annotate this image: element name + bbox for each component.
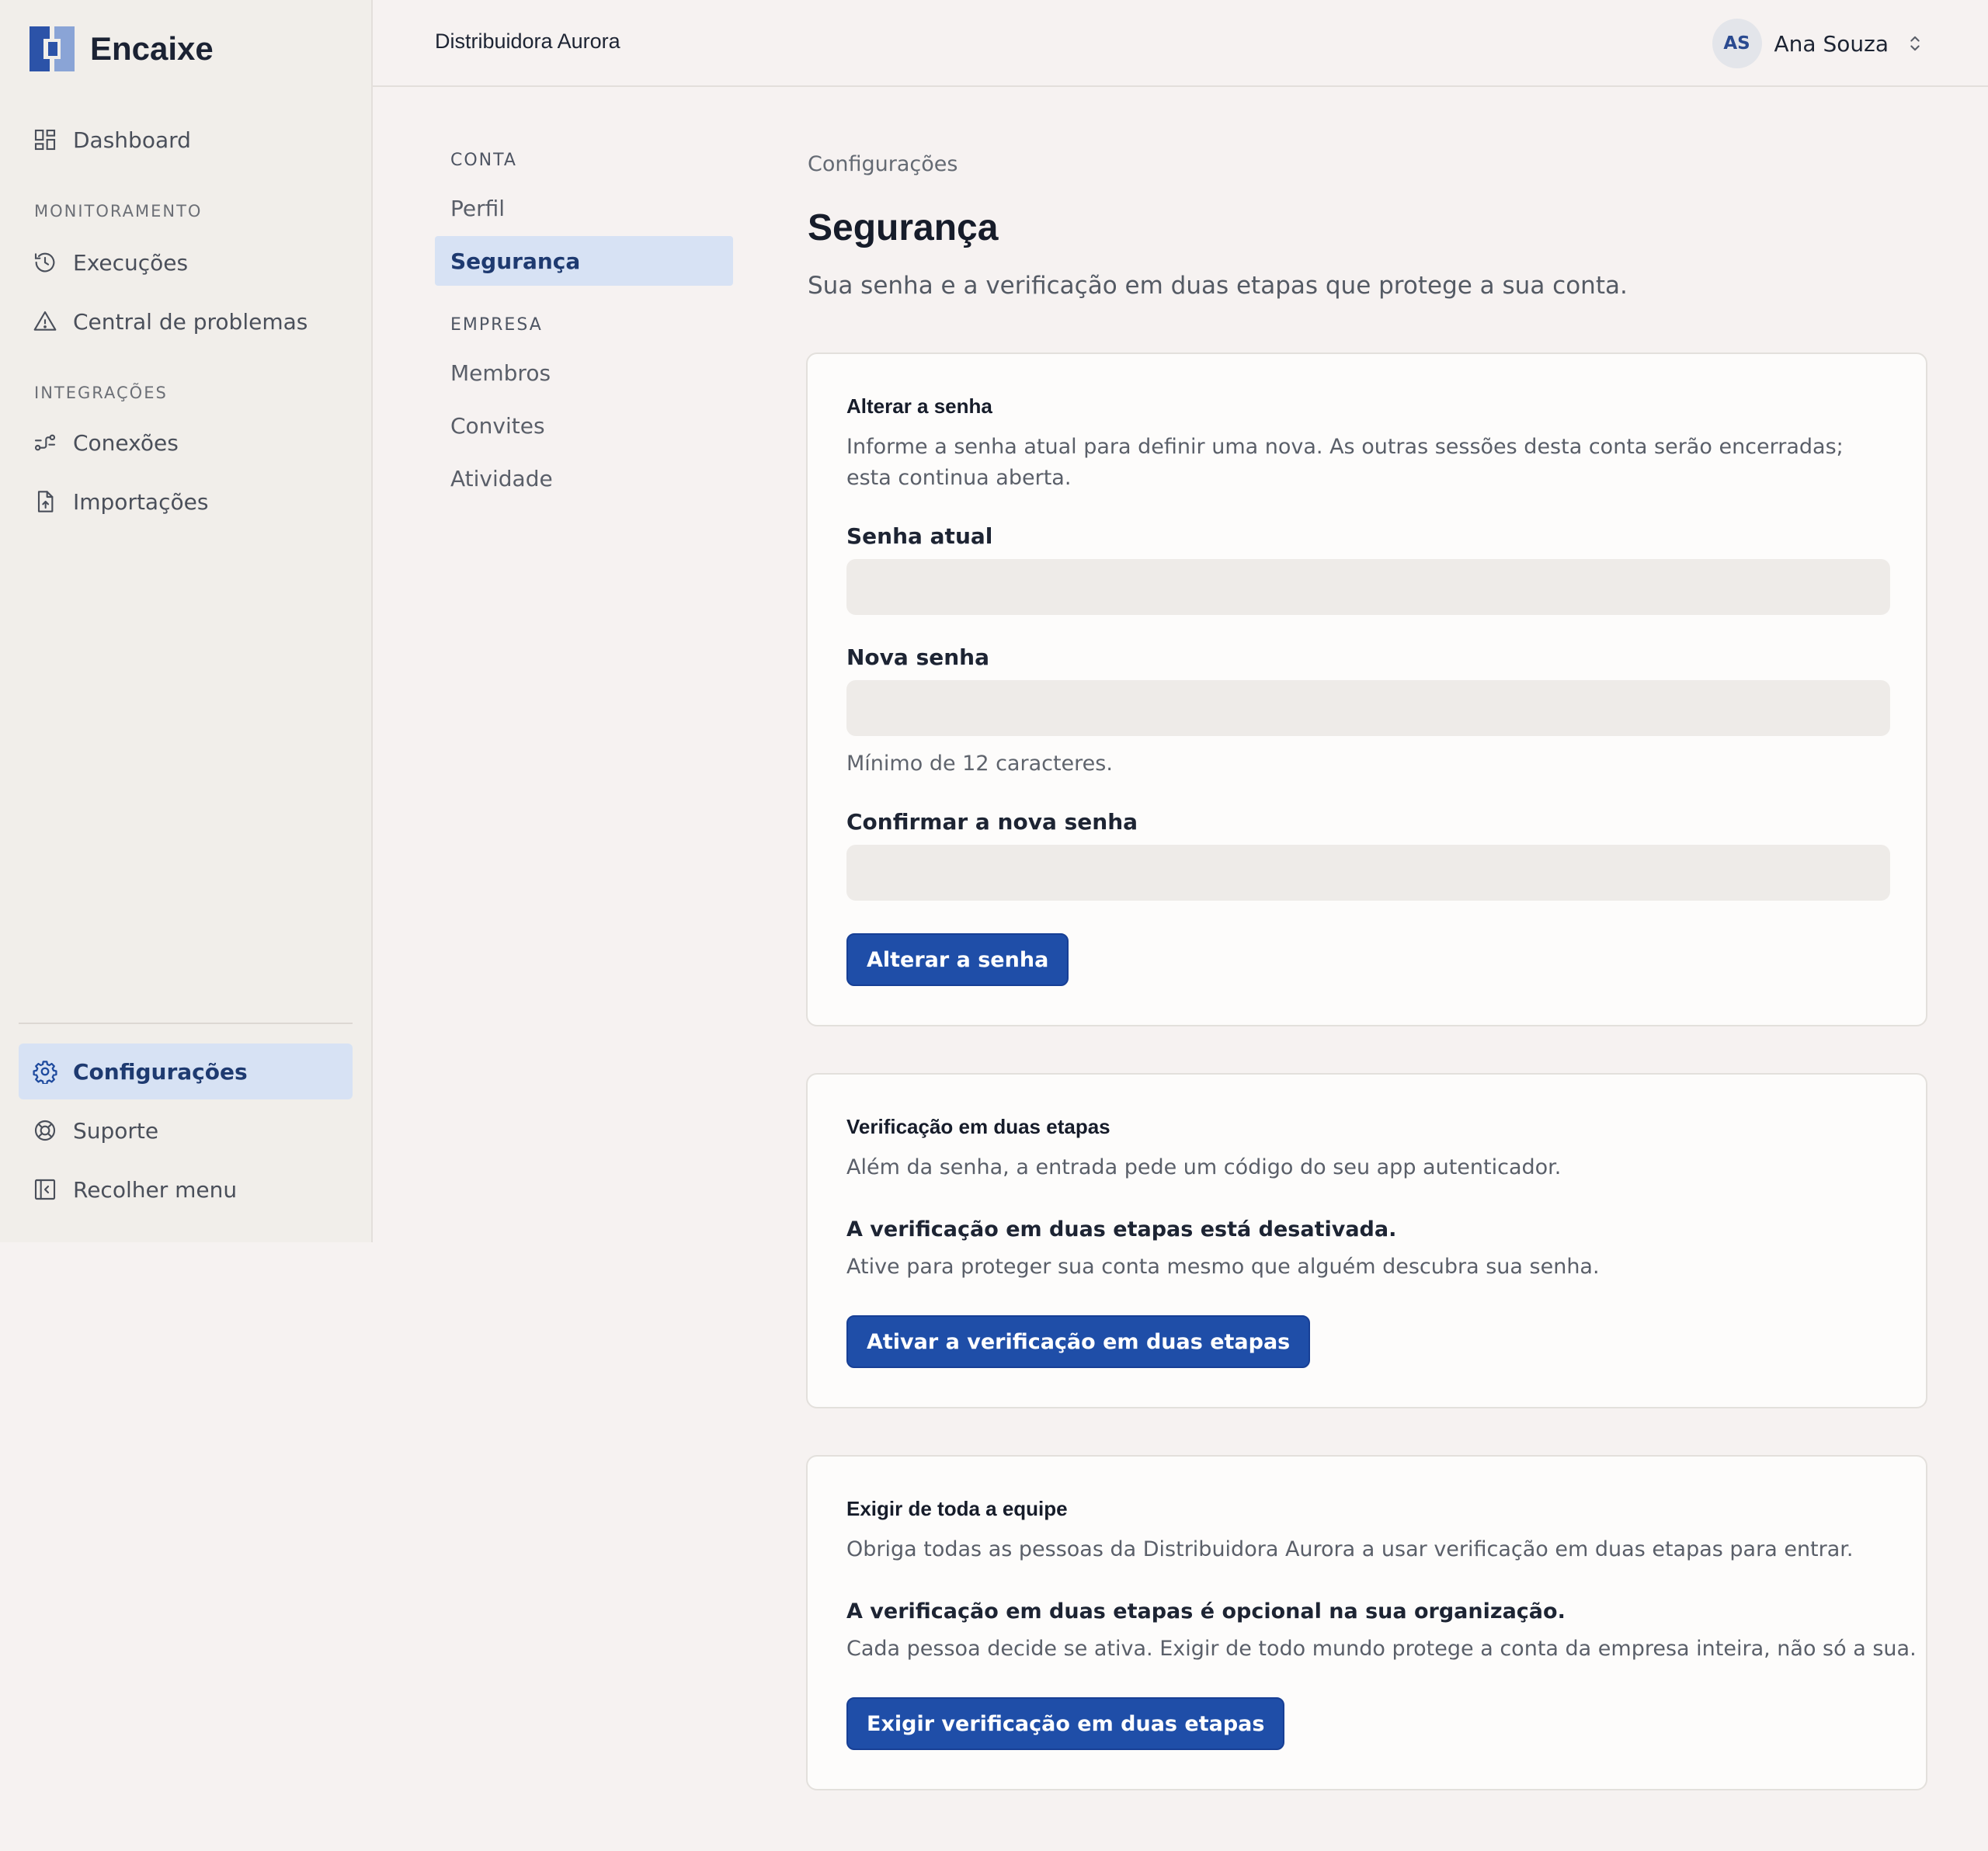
- card-title: Alterar a senha: [846, 394, 992, 418]
- sidebar-item-label: Suporte: [73, 1117, 159, 1144]
- card-description: Obriga todas as pessoas da Distribuidora…: [846, 1537, 1854, 1561]
- sidebar-section-integrations: INTEGRAÇÕES: [34, 384, 168, 402]
- breadcrumb[interactable]: Configurações: [808, 152, 958, 176]
- app-sidebar: Encaixe Dashboard MONITORAMENTO Execuçõe…: [0, 0, 373, 1242]
- lifebuoy-icon: [34, 1120, 56, 1141]
- two-factor-status-title: A verificação em duas etapas está desati…: [846, 1217, 1397, 1242]
- two-factor-status-description: Ative para proteger sua conta mesmo que …: [846, 1255, 1600, 1279]
- require-two-factor-button[interactable]: Exigir verificação em duas etapas: [846, 1697, 1285, 1750]
- card-description: Informe a senha atual para definir uma n…: [846, 435, 1844, 490]
- file-upload-icon: [37, 491, 54, 512]
- grid-icon: [34, 129, 56, 151]
- sidebar-divider: [19, 1023, 353, 1024]
- change-password-button[interactable]: Alterar a senha: [846, 933, 1069, 986]
- card-description: Além da senha, a entrada pede um código …: [846, 1155, 1562, 1179]
- sidebar-item-connections[interactable]: Conexões: [19, 415, 353, 471]
- user-menu[interactable]: AS Ana Souza: [1712, 19, 1926, 68]
- page-subtitle: Sua senha e a verificação em duas etapas…: [808, 272, 1628, 300]
- new-password-label: Nova senha: [846, 644, 989, 670]
- sidebar-item-problems[interactable]: Central de problemas: [19, 293, 353, 349]
- sidebar-item-label: Dashboard: [73, 127, 191, 153]
- connection-icon: [34, 434, 56, 451]
- two-factor-card: Verificação em duas etapas Além da senha…: [806, 1073, 1927, 1408]
- sidebar-item-label: Central de problemas: [73, 308, 308, 335]
- sidebar-item-label: Recolher menu: [73, 1176, 238, 1203]
- new-password-input[interactable]: [846, 680, 1890, 736]
- confirm-password-label: Confirmar a nova senha: [846, 809, 1138, 835]
- current-password-input[interactable]: [846, 559, 1890, 615]
- chevron-up-down-icon: [1910, 36, 1920, 51]
- brand-name: Encaixe: [90, 30, 214, 67]
- enable-two-factor-button[interactable]: Ativar a verificação em duas etapas: [846, 1315, 1311, 1368]
- subnav-section-account: CONTA: [450, 151, 517, 170]
- sidebar-item-support[interactable]: Suporte: [19, 1103, 353, 1158]
- subnav-section-company: EMPRESA: [450, 315, 543, 335]
- subnav-item-members[interactable]: Membros: [435, 348, 733, 398]
- sidebar-item-executions[interactable]: Execuções: [19, 234, 353, 290]
- card-title: Verificação em duas etapas: [846, 1115, 1110, 1138]
- subnav-item-security[interactable]: Segurança: [435, 236, 733, 286]
- avatar: AS: [1712, 19, 1762, 68]
- page-title: Segurança: [808, 207, 999, 248]
- history-icon: [34, 252, 55, 273]
- current-password-label: Senha atual: [846, 523, 993, 549]
- warning-icon: [33, 311, 57, 331]
- sidebar-section-monitoring: MONITORAMENTO: [34, 202, 203, 221]
- sidebar-item-label: Configurações: [73, 1058, 248, 1085]
- gear-icon: [33, 1061, 57, 1084]
- confirm-password-input[interactable]: [846, 845, 1890, 901]
- organization-name[interactable]: Distribuidora Aurora: [435, 30, 620, 54]
- new-password-hint: Mínimo de 12 caracteres.: [846, 752, 1113, 776]
- brand[interactable]: Encaixe: [30, 26, 214, 71]
- sidebar-item-label: Conexões: [73, 429, 179, 456]
- require-team-card: Exigir de toda a equipe Obriga todas as …: [806, 1455, 1927, 1790]
- subnav-item-profile[interactable]: Perfil: [435, 183, 733, 233]
- user-name: Ana Souza: [1774, 30, 1889, 57]
- team-status-description: Cada pessoa decide se ativa. Exigir de t…: [846, 1637, 1917, 1661]
- card-title: Exigir de toda a equipe: [846, 1497, 1068, 1520]
- change-password-card: Alterar a senha Informe a senha atual pa…: [806, 352, 1927, 1026]
- sidebar-item-collapse[interactable]: Recolher menu: [19, 1162, 353, 1217]
- brand-logo-icon: [30, 26, 75, 71]
- sidebar-item-imports[interactable]: Importações: [19, 474, 353, 530]
- sidebar-item-dashboard[interactable]: Dashboard: [19, 112, 353, 168]
- top-bar: Distribuidora Aurora AS Ana Souza: [373, 0, 1988, 87]
- sidebar-item-settings[interactable]: Configurações: [19, 1044, 353, 1099]
- sidebar-item-label: Importações: [73, 488, 209, 515]
- subnav-item-activity[interactable]: Atividade: [435, 453, 733, 503]
- collapse-sidebar-icon: [34, 1179, 56, 1200]
- sidebar-item-label: Execuções: [73, 249, 189, 276]
- subnav-item-invites[interactable]: Convites: [435, 401, 733, 450]
- team-status-title: A verificação em duas etapas é opcional …: [846, 1599, 1566, 1624]
